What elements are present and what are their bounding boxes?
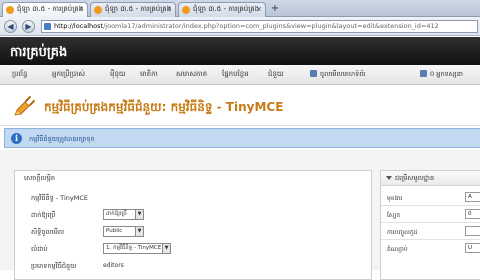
back-button[interactable]: ◀ [4, 20, 17, 33]
visitors-count: 0 អ្នកទស្សនា [420, 70, 463, 80]
access-value: Public [106, 228, 123, 234]
divider [381, 239, 480, 240]
view-site-label: ចូលមើលគេហទំព័រ [320, 70, 366, 78]
menu-menus[interactable]: ម៉ឺនុយ [110, 70, 126, 80]
access-label: សិទ្ធិចូលមើល [31, 228, 65, 236]
page-icon [44, 23, 51, 30]
view-site-link[interactable]: ចូលមើលគេហទំព័រ [310, 70, 365, 80]
admin-header: ការគ្រប់គ្រង [0, 37, 480, 65]
skin-label: ស្បែក [387, 212, 401, 219]
plugin-icon [14, 96, 35, 116]
divider [381, 205, 480, 206]
plugin-name-label: កម្មវិធីនិទ្ទ - TinyMCE [31, 194, 88, 202]
browser-tab-1[interactable]: ជុំឡា ៣.៥ - ការគ្រប់គ្រង × [2, 2, 88, 17]
joomla-favicon-icon [6, 6, 14, 14]
status-select[interactable]: ដាក់ឱ្យប្រើ ▼ [103, 209, 144, 220]
page-toolbar: កម្មវិធីគ្រប់គ្រងកម្មវិធីជំនួយ: កម្មវិធី… [0, 86, 480, 126]
header-title: ការគ្រប់គ្រង [10, 45, 68, 60]
joomla-favicon-icon [94, 6, 102, 14]
menu-content[interactable]: មាតិកា [140, 70, 158, 80]
menu-help[interactable]: ជំនួយ [268, 70, 284, 80]
ordering-value: 1. កម្មវិធីនិទ្ទ - TinyMCE [106, 245, 162, 251]
chevron-down-icon: ▼ [162, 244, 170, 253]
browser-tab-2[interactable]: ជុំឡា ៣.៥ - ការគ្រប់គ្រង × [90, 2, 176, 17]
menu-components[interactable]: សមាសភាគ [176, 70, 207, 80]
admin-menu-bar: ប្រព័ន្ធ អ្នកប្រើប្រាស់ ម៉ឺនុយ មាតិកា សម… [0, 65, 480, 85]
view-site-icon [310, 70, 317, 77]
basic-options-panel: ជម្រើសមូលដ្ឋាន មុខងារ A ស្បែក 0 ការបញ្ចូ… [380, 170, 480, 280]
browser-tab-title: ជុំឡា ៣.៥ - ការគ្រប់គ្រង [193, 5, 260, 13]
system-message: i កម្មវិធីជំនួយត្រូវបានរក្សាទុក [4, 128, 480, 148]
menu-system[interactable]: ប្រព័ន្ធ [12, 70, 27, 80]
ordering-label: លំដាប់ [31, 245, 48, 253]
browser-tab-strip: ជុំឡា ៣.៥ - ការគ្រប់គ្រង × ជុំឡា ៣.៥ - ក… [0, 0, 480, 17]
message-text: កម្មវិធីជំនួយត្រូវបានរក្សាទុក [29, 135, 95, 143]
forward-button[interactable]: ▶ [22, 20, 35, 33]
skin-input[interactable]: 0 [465, 209, 480, 219]
plugin-type-label: ប្រភេទកម្មវិធីជំនួយ [31, 262, 77, 270]
info-icon: i [11, 133, 22, 144]
content-area: សេចក្ដីលម្អិត កម្មវិធីនិទ្ទ - TinyMCE ដា… [0, 150, 480, 280]
details-legend: សេចក្ដីលម្អិត [21, 174, 58, 184]
new-tab-button[interactable]: + [268, 3, 282, 15]
plugin-type-value: editors [103, 262, 124, 269]
collapse-arrow-icon [386, 176, 392, 180]
ordering-select[interactable]: 1. កម្មវិធីនិទ្ទ - TinyMCE ▼ [103, 243, 171, 254]
navigation-bar: ◀ ▶ http://localhost/joomla17/administra… [0, 17, 480, 36]
chevron-down-icon: ▼ [135, 227, 143, 236]
menu-extensions[interactable]: ផ្នែកបន្ថែម [222, 70, 249, 80]
status-label: ដាក់ឱ្យប្រើ [31, 211, 56, 219]
mode-label: មុខងារ [387, 195, 403, 202]
chevron-down-icon: ▼ [135, 210, 143, 219]
browser-tab-title: ជុំឡា ៣.៥ - ការគ្រប់គ្រង [17, 5, 84, 13]
url-host: http://localhost [54, 22, 104, 30]
menu-users[interactable]: អ្នកប្រើប្រាស់ [52, 70, 85, 80]
url-path: /joomla17/administrator/index.php?option… [103, 22, 439, 30]
browser-tab-3[interactable]: ជុំឡា ៣.៥ - ការគ្រប់គ្រង × [178, 2, 266, 17]
visitors-icon [420, 70, 427, 77]
mode-input[interactable]: A [465, 192, 480, 202]
browser-tab-title: ជុំឡា ៣.៥ - ការគ្រប់គ្រង [105, 5, 172, 13]
close-tab-icon[interactable]: × [166, 5, 172, 13]
basic-options-header[interactable]: ជម្រើសមូលដ្ឋាន [381, 171, 480, 186]
visitors-label: 0 អ្នកទស្សនា [430, 70, 463, 78]
links-input[interactable]: U [465, 243, 480, 253]
access-select[interactable]: Public ▼ [103, 226, 144, 237]
close-tab-icon[interactable]: × [256, 5, 262, 13]
basic-options-title: ជម្រើសមូលដ្ឋាន [395, 174, 435, 182]
joomla-favicon-icon [182, 6, 190, 14]
address-bar[interactable]: http://localhost/joomla17/administrator/… [41, 20, 478, 33]
code-cleanup-label: ការបញ្ចូលកូដ [387, 229, 418, 236]
page-title: កម្មវិធីគ្រប់គ្រងកម្មវិធីជំនួយ: កម្មវិធី… [44, 100, 284, 114]
divider [381, 222, 480, 223]
close-tab-icon[interactable]: × [78, 5, 84, 13]
code-cleanup-input[interactable] [465, 226, 480, 236]
status-value: ដាក់ឱ្យប្រើ [106, 211, 127, 217]
links-label: តំណភ្ជាប់ [387, 246, 408, 253]
